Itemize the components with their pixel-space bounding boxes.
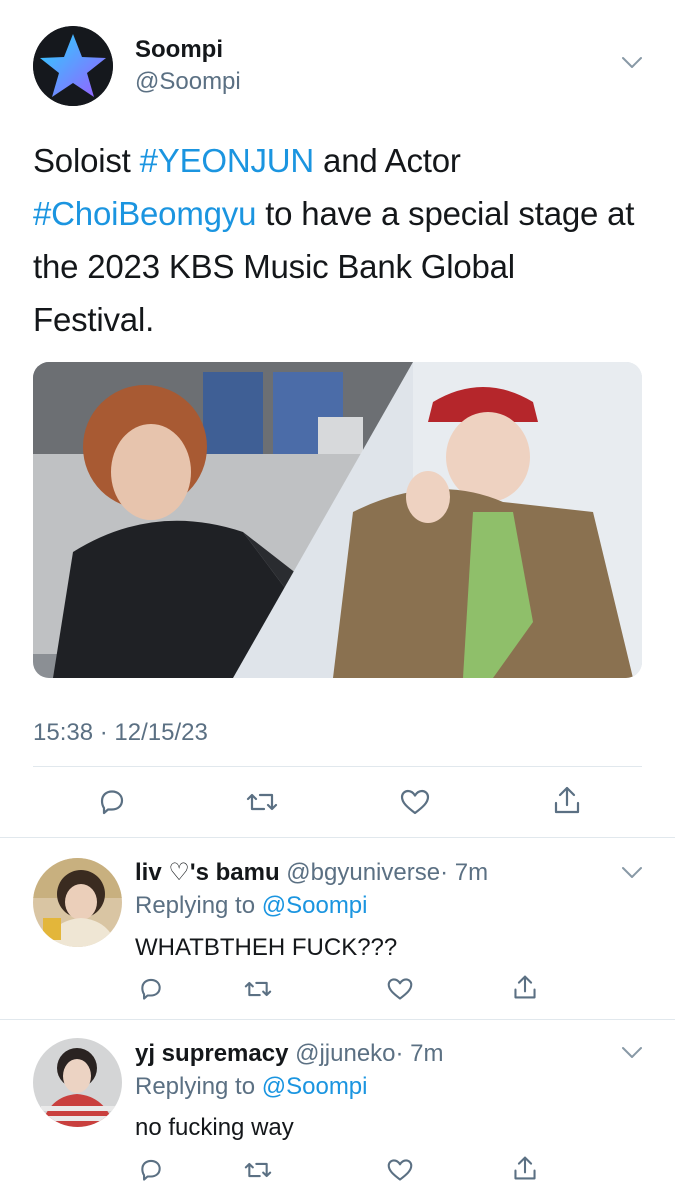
reply-button[interactable] (133, 971, 169, 1007)
replying-to: Replying to @Soompi (135, 892, 368, 920)
chevron-down-icon[interactable] (621, 866, 643, 880)
like-icon (387, 1159, 413, 1181)
avatar[interactable] (33, 858, 122, 947)
chevron-down-icon[interactable] (621, 1046, 643, 1060)
tweet-media-photo[interactable] (33, 362, 642, 678)
reply-header: yj supremacy @jjuneko· 7m (135, 1040, 444, 1068)
retweet-button[interactable] (240, 1152, 276, 1188)
like-icon (400, 789, 430, 815)
replying-label: Replying to (135, 892, 256, 919)
reply-icon (100, 790, 124, 815)
reply-text: no fucking way (135, 1114, 294, 1141)
reply-tweet[interactable]: yj supremacy @jjuneko· 7m Replying to @S… (0, 1020, 675, 1200)
reply-header: liv ♡'s bamu @bgyuniverse· 7m (135, 858, 488, 887)
share-button[interactable] (549, 782, 585, 818)
like-button[interactable] (397, 784, 433, 820)
replying-to-link[interactable]: @Soompi (262, 1073, 368, 1100)
share-button[interactable] (507, 1150, 543, 1186)
tweet-timestamp[interactable]: 15:38 · 12/15/23 (33, 719, 208, 747)
text-part: and Actor (314, 142, 461, 179)
retweet-icon (246, 793, 278, 811)
reply-button[interactable] (133, 1152, 169, 1188)
avatar[interactable] (33, 1038, 122, 1127)
text-part: Soloist (33, 142, 140, 179)
retweet-icon (244, 1162, 272, 1178)
reply-icon (141, 978, 161, 1000)
avatar-photo (33, 858, 122, 947)
reply-author-handle[interactable]: @jjuneko (295, 1040, 395, 1067)
reply-time: · 7m (440, 859, 489, 886)
share-button[interactable] (507, 969, 543, 1005)
avatar-photo (33, 1038, 122, 1127)
reply-author-handle[interactable]: @bgyuniverse (286, 859, 440, 886)
reply-button[interactable] (94, 784, 130, 820)
retweet-button[interactable] (244, 784, 280, 820)
share-icon (514, 975, 536, 999)
soompi-avatar[interactable] (33, 26, 113, 106)
author-name[interactable]: Soompi (135, 36, 223, 64)
replying-to: Replying to @Soompi (135, 1073, 368, 1101)
replying-to-link[interactable]: @Soompi (262, 892, 368, 919)
chevron-down-icon[interactable] (621, 56, 643, 70)
divider (33, 766, 642, 767)
hashtag-yeonjun[interactable]: #YEONJUN (140, 142, 315, 179)
retweet-button[interactable] (240, 971, 276, 1007)
tweet-text: Soloist #YEONJUN and Actor #ChoiBeomgyu … (33, 134, 643, 346)
share-icon (554, 786, 580, 814)
like-button[interactable] (382, 971, 418, 1007)
like-button[interactable] (382, 1152, 418, 1188)
reply-time: · 7m (395, 1040, 444, 1067)
reply-icon (141, 1159, 161, 1181)
reply-text: WHATBTHEH FUCK??? (135, 934, 398, 961)
reply-author-name[interactable]: yj supremacy (135, 1040, 288, 1067)
author-handle[interactable]: @Soompi (135, 68, 241, 96)
reply-tweet[interactable]: liv ♡'s bamu @bgyuniverse· 7m Replying t… (0, 838, 675, 1020)
replying-label: Replying to (135, 1073, 256, 1100)
main-tweet: Soompi @Soompi Soloist #YEONJUN and Acto… (0, 0, 675, 838)
reply-author-name[interactable]: liv ♡'s bamu (135, 859, 280, 886)
share-icon (514, 1156, 536, 1180)
hashtag-choibeomgyu[interactable]: #ChoiBeomgyu (33, 195, 256, 232)
star-logo-icon (33, 26, 113, 106)
like-icon (387, 978, 413, 1000)
retweet-icon (244, 981, 272, 997)
photo-collage (33, 362, 642, 678)
